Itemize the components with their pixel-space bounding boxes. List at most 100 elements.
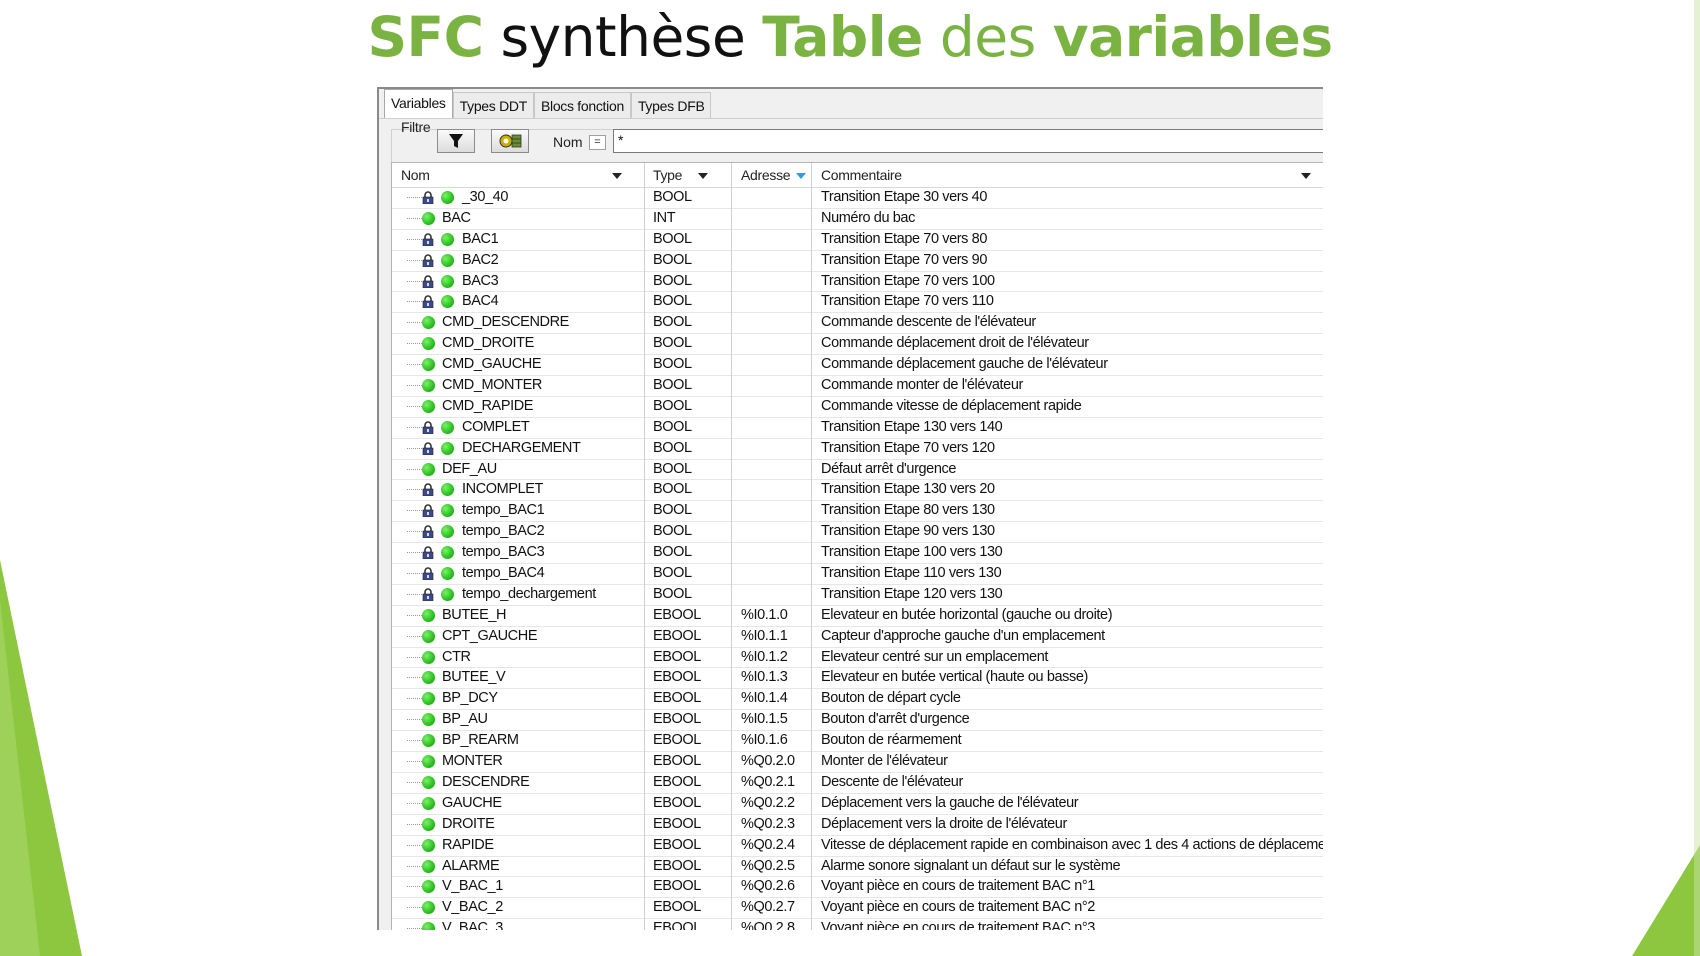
variable-address-cell[interactable]: %I0.1.1	[741, 627, 788, 646]
tab-types-dfb[interactable]: Types DFB	[630, 92, 712, 119]
table-row[interactable]: CMD_MONTER BOOL Commande monter de l'éléva…	[392, 376, 1323, 397]
table-row[interactable]: DEF_AU BOOL Défaut arrêt d'urgence	[392, 460, 1323, 481]
variable-address-cell[interactable]: %Q0.2.4	[741, 836, 795, 855]
variable-type-cell[interactable]: EBOOL	[653, 919, 701, 930]
variable-comment-cell[interactable]: Commande vitesse de déplacement rapide	[821, 397, 1082, 416]
variable-comment-cell[interactable]: Défaut arrêt d'urgence	[821, 460, 956, 479]
table-row[interactable]: CMD_DROITE BOOL Commande déplacement droit…	[392, 334, 1323, 356]
table-row[interactable]: BUTEE_H EBOOL %I0.1.0 Elevateur en butée ho…	[392, 606, 1323, 627]
adresse-sort-icon[interactable]	[796, 173, 806, 179]
variable-type-cell[interactable]: EBOOL	[653, 648, 701, 667]
variable-comment-cell[interactable]: Transition Etape 120 vers 130	[821, 585, 1003, 604]
edit-filter-button[interactable]	[491, 129, 529, 153]
variable-comment-cell[interactable]: Transition Etape 100 vers 130	[821, 543, 1003, 562]
variable-comment-cell[interactable]: Transition Etape 130 vers 140	[821, 418, 1003, 437]
table-row[interactable]: CMD_DESCENDRE BOOL Commande descente de l'…	[392, 313, 1323, 335]
variable-name-cell[interactable]: DECHARGEMENT	[392, 439, 644, 458]
table-row[interactable]: CMD_GAUCHE BOOL Commande déplacement gauch…	[392, 355, 1323, 377]
variable-comment-cell[interactable]: Commande déplacement gauche de l'élévate…	[821, 355, 1108, 374]
variable-name-cell[interactable]: V_BAC_3	[392, 919, 644, 930]
type-dropdown-icon[interactable]	[698, 173, 708, 179]
variable-address-cell[interactable]: %Q0.2.2	[741, 794, 795, 813]
table-row[interactable]: tempo_dechargement BOOL Transition Etape 1…	[392, 585, 1323, 606]
table-row[interactable]: BAC INT Numéro du bac	[392, 209, 1323, 230]
variable-type-cell[interactable]: BOOL	[653, 522, 692, 541]
table-row[interactable]: BAC2 BOOL Transition Etape 70 vers 90	[392, 251, 1323, 272]
variable-name-cell[interactable]: BAC1	[392, 230, 644, 249]
variable-name-cell[interactable]: CMD_RAPIDE	[392, 397, 644, 416]
variable-comment-cell[interactable]: Bouton de réarmement	[821, 731, 962, 750]
table-row[interactable]: V_BAC_1 EBOOL %Q0.2.6 Voyant pièce en cours…	[392, 877, 1323, 899]
variable-name-cell[interactable]: tempo_BAC1	[392, 501, 644, 520]
nom-dropdown-icon[interactable]	[612, 173, 622, 179]
table-row[interactable]: BAC1 BOOL Transition Etape 70 vers 80	[392, 230, 1323, 251]
variable-comment-cell[interactable]: Commande déplacement droit de l'élévateu…	[821, 334, 1089, 353]
column-divider[interactable]	[811, 163, 812, 187]
table-row[interactable]: _30_40 BOOL Transition Etape 30 vers 40	[392, 188, 1323, 209]
variable-address-cell[interactable]: %I0.1.6	[741, 731, 788, 750]
table-row[interactable]: DESCENDRE EBOOL %Q0.2.1 Descente de l'éléva…	[392, 773, 1323, 794]
table-row[interactable]: tempo_BAC4 BOOL Transition Etape 110 vers …	[392, 564, 1323, 585]
variable-address-cell[interactable]: %I0.1.5	[741, 710, 788, 729]
variable-type-cell[interactable]: EBOOL	[653, 815, 701, 834]
variable-type-cell[interactable]: EBOOL	[653, 627, 701, 646]
variable-comment-cell[interactable]: Monter de l'élévateur	[821, 752, 948, 771]
tab-blocs-fonction[interactable]: Blocs fonction	[533, 92, 631, 119]
variable-comment-cell[interactable]: Transition Etape 70 vers 100	[821, 272, 995, 291]
variable-name-cell[interactable]: BP_DCY	[392, 689, 644, 708]
variable-type-cell[interactable]: BOOL	[653, 188, 692, 207]
variable-comment-cell[interactable]: Commande descente de l'élévateur	[821, 313, 1036, 332]
variable-address-cell[interactable]: %Q0.2.0	[741, 752, 795, 771]
filter-value-input[interactable]: *	[613, 129, 1323, 153]
table-row[interactable]: CMD_RAPIDE BOOL Commande vitesse de déplac…	[392, 397, 1323, 418]
table-row[interactable]: COMPLET BOOL Transition Etape 130 vers 140	[392, 418, 1323, 439]
variable-type-cell[interactable]: EBOOL	[653, 836, 701, 855]
variable-address-cell[interactable]: %Q0.2.3	[741, 815, 795, 834]
variable-name-cell[interactable]: GAUCHE	[392, 794, 644, 813]
variable-name-cell[interactable]: CMD_MONTER	[392, 376, 644, 395]
variable-name-cell[interactable]: tempo_BAC2	[392, 522, 644, 541]
variable-comment-cell[interactable]: Transition Etape 130 vers 20	[821, 480, 995, 499]
variable-name-cell[interactable]: tempo_BAC4	[392, 564, 644, 583]
variable-type-cell[interactable]: BOOL	[653, 355, 692, 374]
variable-comment-cell[interactable]: Transition Etape 70 vers 110	[821, 292, 994, 311]
variable-type-cell[interactable]: EBOOL	[653, 710, 701, 729]
variable-comment-cell[interactable]: Transition Etape 110 vers 130	[821, 564, 1002, 583]
table-row[interactable]: GAUCHE EBOOL %Q0.2.2 Déplacement vers la ga…	[392, 794, 1323, 815]
variable-address-cell[interactable]: %I0.1.0	[741, 606, 788, 625]
variable-name-cell[interactable]: BP_REARM	[392, 731, 644, 750]
variable-comment-cell[interactable]: Transition Etape 80 vers 130	[821, 501, 995, 520]
column-header-type[interactable]: Type	[653, 163, 682, 187]
variable-type-cell[interactable]: EBOOL	[653, 794, 701, 813]
variable-name-cell[interactable]: CPT_GAUCHE	[392, 627, 644, 646]
variable-comment-cell[interactable]: Descente de l'élévateur	[821, 773, 963, 792]
column-divider[interactable]	[644, 163, 645, 187]
table-row[interactable]: DROITE EBOOL %Q0.2.3 Déplacement vers la dr…	[392, 815, 1323, 836]
variable-type-cell[interactable]: BOOL	[653, 376, 692, 395]
variable-comment-cell[interactable]: Numéro du bac	[821, 209, 915, 228]
variable-type-cell[interactable]: EBOOL	[653, 606, 701, 625]
variable-comment-cell[interactable]: Bouton d'arrêt d'urgence	[821, 710, 970, 729]
variable-comment-cell[interactable]: Elevateur en butée vertical (haute ou ba…	[821, 668, 1088, 687]
table-row[interactable]: INCOMPLET BOOL Transition Etape 130 vers 2…	[392, 480, 1323, 502]
variable-name-cell[interactable]: CMD_GAUCHE	[392, 355, 644, 374]
variable-name-cell[interactable]: CTR	[392, 648, 644, 667]
variable-address-cell[interactable]: %I0.1.3	[741, 668, 788, 687]
variable-comment-cell[interactable]: Bouton de départ cycle	[821, 689, 961, 708]
variable-address-cell[interactable]: %I0.1.4	[741, 689, 788, 708]
table-row[interactable]: tempo_BAC1 BOOL Transition Etape 80 vers 1…	[392, 501, 1323, 523]
variable-name-cell[interactable]: BUTEE_V	[392, 668, 644, 687]
variable-name-cell[interactable]: DROITE	[392, 815, 644, 834]
variable-type-cell[interactable]: EBOOL	[653, 857, 701, 876]
column-header-adresse[interactable]: Adresse	[741, 163, 791, 187]
variable-comment-cell[interactable]: Déplacement vers la droite de l'élévateu…	[821, 815, 1067, 834]
variable-type-cell[interactable]: EBOOL	[653, 773, 701, 792]
variable-type-cell[interactable]: BOOL	[653, 292, 692, 311]
variable-name-cell[interactable]: V_BAC_2	[392, 898, 644, 917]
variable-name-cell[interactable]: V_BAC_1	[392, 877, 644, 896]
column-header-commentaire[interactable]: Commentaire	[821, 163, 902, 187]
tab-types-ddt[interactable]: Types DDT	[452, 92, 534, 119]
variable-address-cell[interactable]: %Q0.2.7	[741, 898, 795, 917]
table-row[interactable]: ALARME EBOOL %Q0.2.5 Alarme sonore signalan…	[392, 857, 1323, 878]
variable-comment-cell[interactable]: Transition Etape 70 vers 120	[821, 439, 995, 458]
